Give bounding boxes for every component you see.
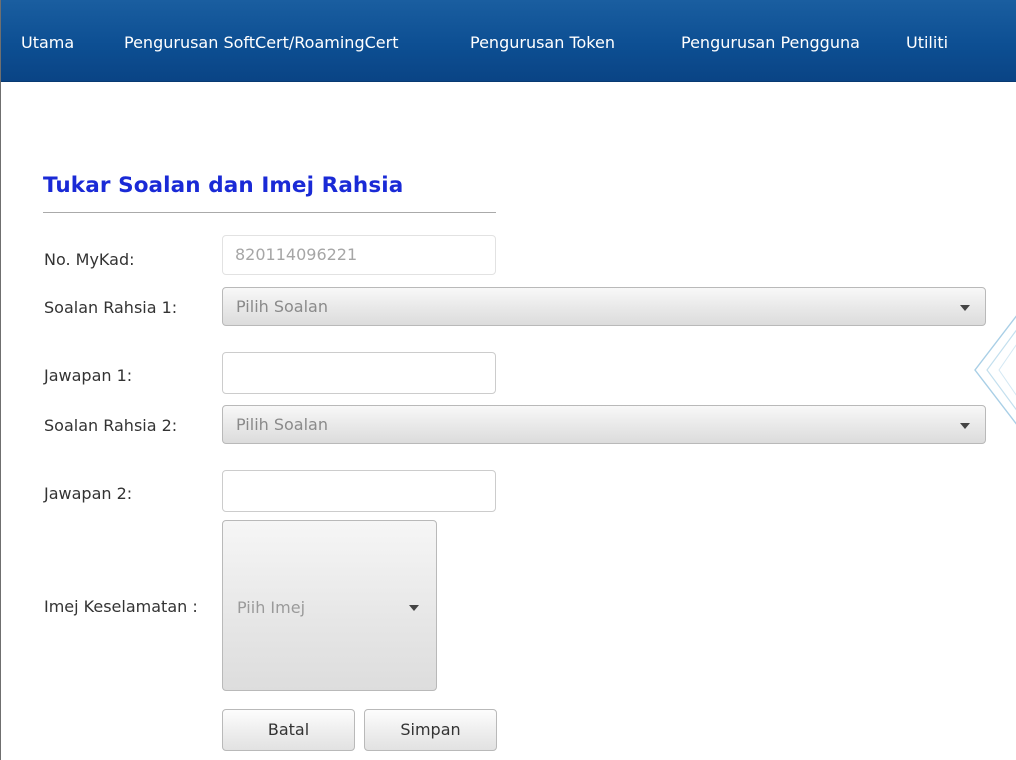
title-divider	[43, 212, 496, 213]
nav-item-pengurusan-token[interactable]: Pengurusan Token	[470, 33, 615, 52]
jawapan-2-label: Jawapan 2:	[44, 484, 133, 503]
page-title: Tukar Soalan dan Imej Rahsia	[43, 173, 404, 198]
soalan-rahsia-2-selected: Pilih Soalan	[236, 415, 328, 434]
soalan-rahsia-2-select[interactable]: Pilih Soalan	[222, 405, 986, 444]
app-window: Utama Pengurusan SoftCert/RoamingCert Pe…	[0, 0, 1016, 760]
nav-item-utama[interactable]: Utama	[21, 33, 74, 52]
soalan-rahsia-1-select[interactable]: Pilih Soalan	[222, 287, 986, 326]
soalan-rahsia-2-label: Soalan Rahsia 2:	[44, 416, 178, 435]
chevron-down-icon	[409, 605, 419, 611]
mykad-label: No. MyKad:	[44, 250, 135, 269]
simpan-button[interactable]: Simpan	[364, 709, 497, 751]
nav-item-pengurusan-pengguna[interactable]: Pengurusan Pengguna	[681, 33, 860, 52]
imej-keselamatan-label: Imej Keselamatan :	[44, 597, 198, 616]
soalan-rahsia-1-label: Soalan Rahsia 1:	[44, 298, 178, 317]
mykad-field: 820114096221	[222, 235, 496, 275]
nav-item-pengurusan-softcert[interactable]: Pengurusan SoftCert/RoamingCert	[124, 33, 398, 52]
top-navigation-bar: Utama Pengurusan SoftCert/RoamingCert Pe…	[1, 0, 1016, 82]
jawapan-1-input[interactable]	[222, 352, 496, 394]
mykad-value: 820114096221	[235, 245, 358, 264]
jawapan-2-input[interactable]	[222, 470, 496, 512]
imej-keselamatan-selected: Piih Imej	[237, 598, 306, 617]
jawapan-1-label: Jawapan 1:	[44, 366, 133, 385]
soalan-rahsia-1-selected: Pilih Soalan	[236, 297, 328, 316]
imej-keselamatan-select[interactable]: Piih Imej	[222, 520, 437, 691]
nav-item-utiliti[interactable]: Utiliti	[906, 33, 948, 52]
batal-button[interactable]: Batal	[222, 709, 355, 751]
decorative-diamond-graphic	[974, 315, 1016, 425]
